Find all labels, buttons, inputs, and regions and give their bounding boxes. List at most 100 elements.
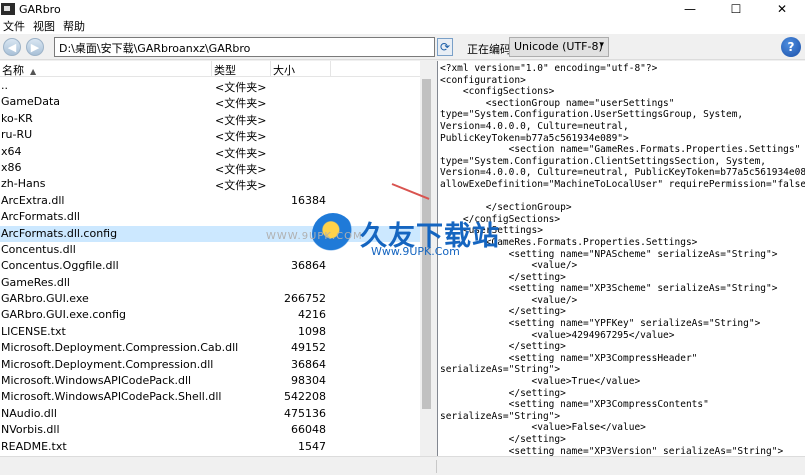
back-arrow-icon: ◀ [7,40,17,54]
file-name: Microsoft.WindowsAPICodePack.Shell.dll [1,390,222,404]
sort-up-icon: ▲ [30,67,37,76]
forward-button[interactable]: ▶ [26,38,44,56]
menu-bar: 文件 视图 帮助 [0,18,805,34]
column-header-name-label: 名称 [2,64,24,77]
file-row[interactable]: Microsoft.WindowsAPICodePack.Shell.dll 54… [0,389,420,405]
file-size: 266752 [284,292,326,306]
file-size: 98304 [291,374,326,388]
file-row[interactable]: Microsoft.WindowsAPICodePack.dll 98304 [0,373,420,389]
file-type: <文件夹> [215,162,267,176]
file-list-header: 名称 ▲ 类型 大小 [0,61,420,77]
file-rows: .. <文件夹> GameData <文件夹> ko-KR <文件夹> ru-RU <文件夹>… [0,78,420,455]
refresh-button[interactable]: ⟳ [437,38,453,56]
status-bar [0,456,805,475]
text-preview-pane[interactable]: <?xml version="1.0" encoding="utf-8"?> <… [437,61,805,456]
file-name: NAudio.dll [1,406,57,420]
file-row[interactable]: Concentus.Oggfile.dll 36864 [0,258,420,274]
minimize-button[interactable]: — [667,0,713,18]
file-name: Concentus.Oggfile.dll [1,259,119,273]
file-row[interactable]: README.txt 1547 [0,439,420,455]
watermark-url: Www.9UPK.Com [371,245,460,258]
file-list[interactable]: 名称 ▲ 类型 大小 .. <文件夹> GameData <文件夹> ko-KR <文件夹>… [0,61,433,456]
file-name: zh-Hans [1,177,46,191]
file-size: 36864 [291,259,326,273]
garbro-window: GARbro — ☐ ✕ 文件 视图 帮助 ◀ ▶ D:\桌面\安下载\GARb… [0,0,805,475]
file-type: <文件夹> [215,130,267,144]
file-name: LICENSE.txt [1,324,66,338]
file-row[interactable]: x86 <文件夹> [0,160,420,176]
file-row[interactable]: ko-KR <文件夹> [0,111,420,127]
file-row[interactable]: GARbro.GUI.exe.config 4216 [0,307,420,323]
file-row[interactable]: Microsoft.Deployment.Compression.Cab.dll… [0,340,420,356]
title-bar: GARbro — ☐ ✕ [0,0,805,18]
menu-file[interactable]: 文件 [0,18,30,34]
encoding-select[interactable]: Unicode (UTF-8) ▾ [509,37,609,57]
text-preview-content: <?xml version="1.0" encoding="utf-8"?> <… [440,63,805,456]
file-name: ArcFormats.dll [1,210,80,224]
file-name: x64 [1,144,22,158]
file-row[interactable]: ArcExtra.dll 16384 [0,193,420,209]
file-name: Microsoft.Deployment.Compression.Cab.dll [1,341,239,355]
column-header-name[interactable]: 名称 ▲ [0,61,212,77]
file-type: <文件夹> [215,146,267,160]
forward-arrow-icon: ▶ [30,40,40,54]
file-size: 1547 [298,439,326,453]
file-type: <文件夹> [215,179,267,193]
file-name: ArcExtra.dll [1,193,65,207]
file-type: <文件夹> [215,113,267,127]
help-button[interactable]: ? [781,37,801,57]
file-row[interactable]: Microsoft.Deployment.Compression.dll 3686… [0,357,420,373]
file-row[interactable]: x64 <文件夹> [0,144,420,160]
path-input[interactable]: D:\桌面\安下载\GARbroanxz\GARbro [54,37,435,57]
file-row[interactable]: NAudio.dll 475136 [0,406,420,422]
file-list-scrollbar[interactable] [420,61,433,456]
file-size: 475136 [284,406,326,420]
file-name: ko-KR [1,111,33,125]
file-name: README.txt [1,439,67,453]
file-name: GameRes.dll [1,275,70,289]
file-size: 1098 [298,324,326,338]
file-row[interactable]: LICENSE.txt 1098 [0,324,420,340]
status-separator [436,460,437,473]
window-title: GARbro [19,2,61,16]
file-size: 36864 [291,357,326,371]
file-name: NVorbis.dll [1,423,60,437]
file-row[interactable]: GameData <文件夹> [0,94,420,110]
file-row[interactable]: Concentus.dll [0,242,420,258]
toolbar: ◀ ▶ D:\桌面\安下载\GARbroanxz\GARbro ⟳ 正在编码 U… [0,34,805,60]
file-name: Microsoft.WindowsAPICodePack.dll [1,374,192,388]
file-type: <文件夹> [215,81,267,94]
file-row[interactable]: ArcFormats.dll [0,209,420,225]
close-button[interactable]: ✕ [759,0,805,18]
maximize-button[interactable]: ☐ [713,0,759,18]
file-name: x86 [1,160,22,174]
file-row[interactable]: GARbro.GUI.exe 266752 [0,291,420,307]
file-name: .. [1,79,8,92]
file-row[interactable]: NVorbis.dll 66048 [0,422,420,438]
file-size: 66048 [291,423,326,437]
file-size: 4216 [298,308,326,322]
file-size: 49152 [291,341,326,355]
file-row[interactable]: ru-RU <文件夹> [0,127,420,143]
chevron-down-icon: ▾ [599,40,604,50]
menu-help[interactable]: 帮助 [60,18,90,34]
file-row[interactable]: GameRes.dll [0,275,420,291]
file-row[interactable]: .. <文件夹> [0,78,420,94]
column-header-type[interactable]: 类型 [212,61,271,77]
caption-buttons: — ☐ ✕ [667,0,805,18]
file-name: GARbro.GUI.exe.config [1,308,126,322]
refresh-icon: ⟳ [439,40,451,54]
file-type: <文件夹> [215,97,267,111]
file-name: GARbro.GUI.exe [1,292,89,306]
column-header-size[interactable]: 大小 [271,61,331,77]
menu-view[interactable]: 视图 [30,18,60,34]
help-icon: ? [787,40,795,54]
file-name: GameData [1,95,61,109]
back-button[interactable]: ◀ [3,38,21,56]
file-size: 16384 [291,193,326,207]
file-row[interactable]: zh-Hans <文件夹> [0,176,420,192]
file-name: ArcFormats.dll.config [1,226,118,240]
file-name: Microsoft.Deployment.Compression.dll [1,357,214,371]
file-name: Concentus.dll [1,242,76,256]
garbro-app-icon [1,3,15,15]
